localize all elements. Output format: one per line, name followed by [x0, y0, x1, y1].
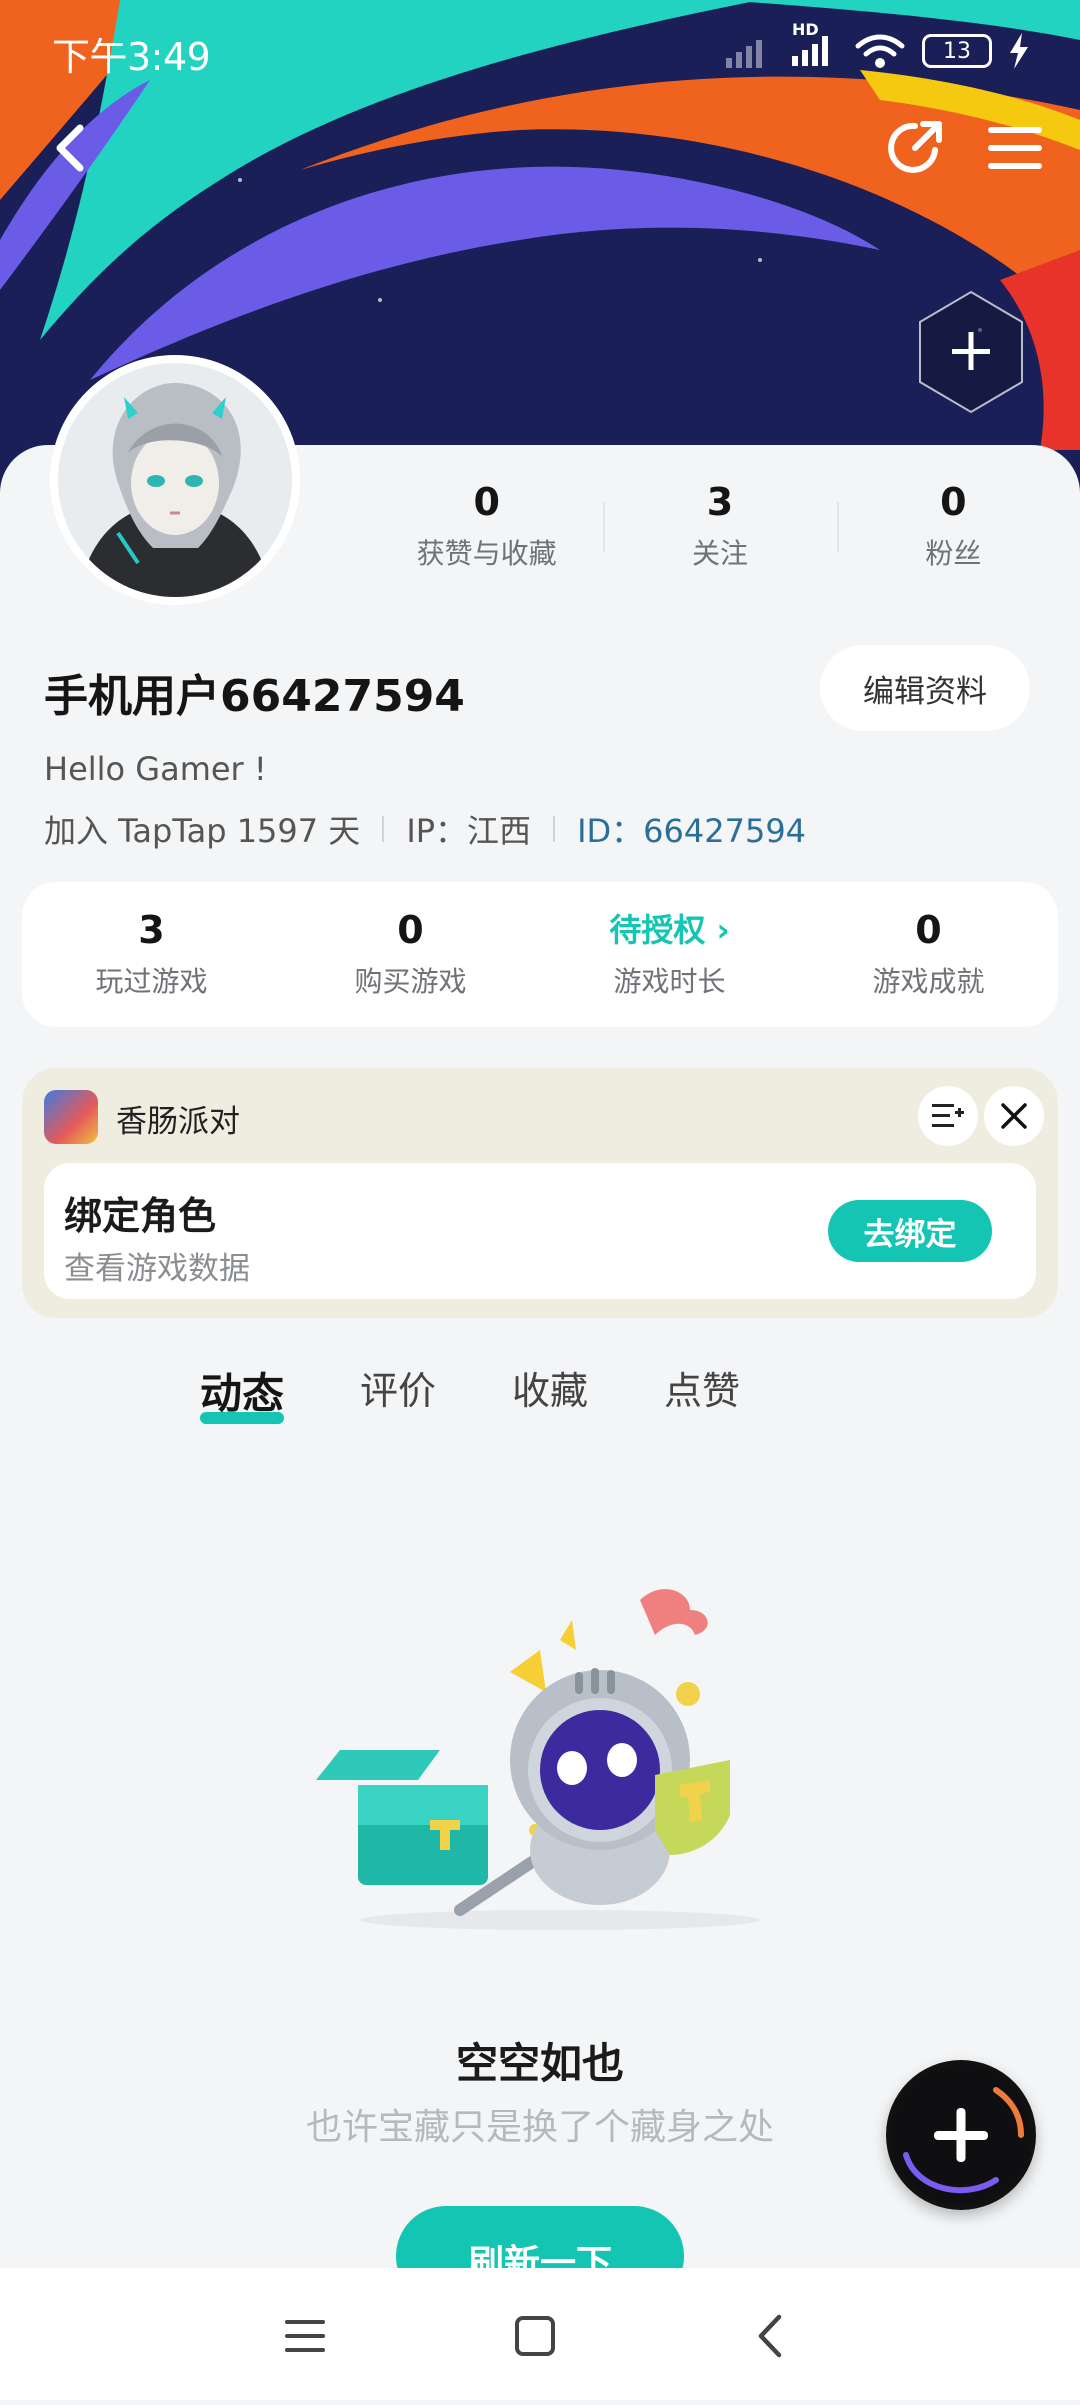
nav-menu-button[interactable]	[270, 2306, 340, 2366]
stat-likes-label: 获赞与收藏	[416, 537, 557, 570]
back-icon	[56, 124, 84, 172]
status-time: 下午3:49	[52, 35, 211, 79]
achievements[interactable]: 0 游戏成就	[799, 882, 1058, 1027]
play-time[interactable]: 待授权 › 游戏时长	[540, 882, 799, 1027]
game-stats-card: 3 玩过游戏 0 购买游戏 待授权 › 游戏时长 0 游戏成就	[22, 882, 1058, 1027]
ip-location: IP：江西	[406, 812, 532, 850]
close-card-button[interactable]	[984, 1086, 1044, 1146]
nav-home-icon	[515, 2316, 555, 2356]
stat-following[interactable]: 3 关注	[603, 478, 836, 588]
divider	[553, 816, 556, 842]
purchased-games-value: 0	[397, 908, 424, 952]
bind-role-card: 香肠派对 绑定角色 查看游戏数据 去绑定	[22, 1068, 1058, 1318]
stat-following-value: 3	[706, 480, 734, 524]
tab-reviews[interactable]: 评价	[360, 1360, 436, 1424]
stat-likes[interactable]: 0 获赞与收藏	[370, 478, 603, 588]
game-app-icon	[44, 1090, 98, 1144]
system-nav-bar	[0, 2268, 1080, 2400]
charging-icon	[1010, 33, 1028, 69]
user-id-label: ID：	[577, 812, 644, 850]
nav-back-icon	[758, 2314, 782, 2358]
network-label: HD	[792, 20, 819, 39]
top-nav	[0, 108, 1080, 188]
battery-icon: 13	[922, 34, 992, 68]
user-id[interactable]: ID：66427594	[577, 806, 806, 852]
status-bar: 下午3:49 HD 13	[0, 0, 1080, 100]
sort-button[interactable]	[918, 1086, 978, 1146]
menu-icon	[988, 127, 1042, 169]
nav-home-button[interactable]	[500, 2306, 570, 2366]
bind-role-button[interactable]: 去绑定	[828, 1200, 992, 1262]
wifi-icon	[855, 34, 905, 68]
content-tabs: 动态 评价 收藏 点赞	[200, 1360, 740, 1424]
tab-likes[interactable]: 点赞	[664, 1360, 740, 1424]
status-icons: HD 13	[726, 20, 1030, 74]
purchased-games-label: 购买游戏	[354, 965, 467, 998]
divider	[382, 816, 385, 842]
tab-posts[interactable]: 动态	[200, 1360, 285, 1424]
avatar-image	[58, 363, 292, 597]
bind-role-subtitle: 查看游戏数据	[64, 1251, 250, 1287]
stat-followers-value: 0	[940, 480, 967, 524]
joined-days: 加入 TapTap 1597 天	[44, 812, 361, 850]
share-icon	[888, 121, 942, 173]
play-time-label: 游戏时长	[613, 965, 726, 998]
achievements-value: 0	[915, 908, 942, 952]
played-games-label: 玩过游戏	[95, 965, 208, 998]
signal-icon: HD	[792, 20, 838, 70]
hex-add-icon	[919, 290, 1023, 414]
stat-followers-label: 粉丝	[925, 537, 982, 570]
create-post-button[interactable]	[886, 2060, 1036, 2210]
plus-icon	[891, 2065, 1031, 2205]
purchased-games[interactable]: 0 购买游戏	[281, 882, 540, 1027]
tab-favorites[interactable]: 收藏	[512, 1360, 588, 1424]
back-button[interactable]	[40, 108, 100, 188]
stat-following-label: 关注	[691, 537, 748, 570]
sort-icon	[932, 1104, 964, 1127]
game-app-name: 香肠派对	[116, 1104, 240, 1140]
knight-mascot-image	[316, 1589, 760, 1930]
battery-level: 13	[943, 38, 971, 64]
edit-profile-button[interactable]: 编辑资料	[820, 645, 1030, 731]
menu-button[interactable]	[980, 108, 1050, 188]
share-button[interactable]	[880, 108, 950, 188]
nav-menu-icon	[285, 2320, 325, 2352]
played-games-value: 3	[138, 908, 165, 952]
play-time-value: 待授权 ›	[609, 911, 730, 949]
bio: Hello Gamer !	[44, 750, 267, 788]
bind-role-title: 绑定角色	[64, 1194, 217, 1238]
stat-followers[interactable]: 0 粉丝	[836, 478, 1070, 588]
add-banner-button[interactable]	[916, 290, 1026, 414]
played-games[interactable]: 3 玩过游戏	[22, 882, 281, 1027]
achievements-label: 游戏成就	[872, 965, 985, 998]
username: 手机用户66427594	[44, 671, 465, 722]
avatar[interactable]	[50, 355, 300, 605]
profile-meta: 加入 TapTap 1597 天 IP：江西 ID：66427594	[44, 806, 806, 852]
signal-off-icon	[726, 40, 762, 68]
stat-likes-value: 0	[473, 480, 500, 524]
tab-posts-label: 动态	[200, 1369, 285, 1418]
profile-stats: 0 获赞与收藏 3 关注 0 粉丝	[370, 478, 1070, 588]
user-id-value: 66427594	[643, 812, 807, 850]
close-icon	[1001, 1103, 1027, 1129]
empty-state-illustration	[310, 1580, 810, 1940]
nav-back-button[interactable]	[735, 2306, 805, 2366]
bind-role-panel: 绑定角色 查看游戏数据 去绑定	[44, 1163, 1036, 1299]
